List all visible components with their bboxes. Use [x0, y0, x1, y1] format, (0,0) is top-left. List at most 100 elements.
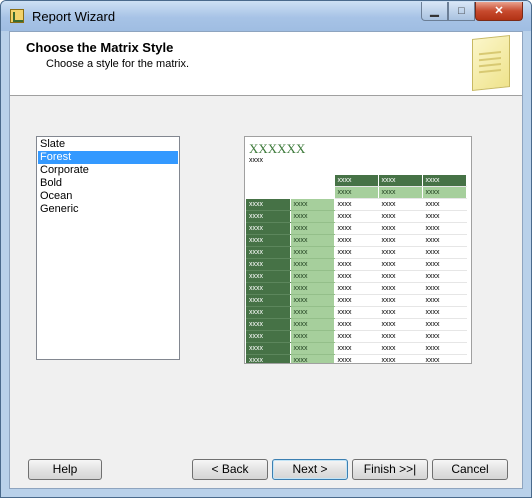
maximize-button[interactable]: □: [448, 2, 475, 21]
preview-cell: xxxx: [290, 342, 335, 355]
preview-cell: xxxx: [378, 342, 423, 355]
preview-cell: xxxx: [422, 175, 467, 187]
preview-cell: xxxx: [422, 270, 467, 283]
style-list-item[interactable]: Slate: [38, 138, 178, 151]
preview-row: xxxx xxxx xxxx xxxx xxxx: [246, 258, 467, 271]
preview-cell: xxxx: [334, 342, 379, 355]
preview-row: xxxx xxxx xxxx xxxx xxxx: [246, 342, 467, 355]
cancel-button-label: Cancel: [451, 462, 489, 476]
preview-row: xxxx xxxx xxxx xxxx xxxx: [246, 210, 467, 223]
preview-cell: xxxx: [422, 222, 467, 235]
preview-cell: xxxx: [290, 246, 335, 259]
back-button-label: < Back: [211, 462, 249, 476]
preview-cell: xxxx: [334, 210, 379, 223]
preview-cell: xxxx: [334, 246, 379, 259]
preview-cell: xxxx: [334, 282, 379, 295]
style-list[interactable]: Slate Forest Corporate Bold Ocean Generic: [36, 136, 180, 360]
preview-row: xxxx xxxx xxxx: [246, 186, 467, 199]
preview-cell: xxxx: [378, 294, 423, 307]
preview-cell: xxxx: [422, 186, 467, 199]
preview-cell: xxxx: [246, 270, 291, 283]
report-wizard-icon: [10, 9, 24, 23]
preview-cell: [290, 186, 335, 199]
preview-cell: xxxx: [334, 198, 379, 211]
style-list-item[interactable]: Generic: [38, 203, 178, 216]
preview-cell: xxxx: [378, 306, 423, 319]
window-title: Report Wizard: [32, 9, 116, 24]
title-bar[interactable]: Report Wizard ▁ □ ✕: [1, 1, 531, 31]
minimize-icon: ▁: [430, 5, 439, 17]
preview-cell: xxxx: [334, 258, 379, 271]
preview-cell: xxxx: [378, 258, 423, 271]
preview-cell: xxxx: [378, 175, 423, 187]
preview-row: xxxx xxxx xxxx xxxx xxxx: [246, 282, 467, 295]
preview-row: xxxx xxxx xxxx xxxx xxxx: [246, 234, 467, 247]
wizard-body: Choose the Matrix Style Choose a style f…: [9, 31, 523, 489]
cancel-button[interactable]: Cancel: [432, 459, 508, 480]
preview-cell: xxxx: [378, 354, 423, 363]
close-icon: ✕: [494, 5, 504, 17]
preview-cell: xxxx: [246, 198, 291, 211]
preview-cell: xxxx: [290, 282, 335, 295]
preview-cell: xxxx: [378, 222, 423, 235]
preview-cell: xxxx: [246, 246, 291, 259]
minimize-button[interactable]: ▁: [421, 2, 448, 21]
style-list-item[interactable]: Forest: [38, 151, 178, 164]
preview-cell: xxxx: [246, 258, 291, 271]
wizard-header: Choose the Matrix Style Choose a style f…: [10, 32, 522, 96]
preview-cell: xxxx: [290, 318, 335, 331]
preview-row: xxxx xxxx xxxx xxxx xxxx: [246, 270, 467, 283]
preview-cell: xxxx: [422, 234, 467, 247]
preview-row: xxxx xxxx xxxx xxxx xxxx: [246, 306, 467, 319]
next-button[interactable]: Next >: [272, 459, 348, 480]
preview-cell: xxxx: [290, 198, 335, 211]
preview-cell: xxxx: [422, 354, 467, 363]
preview-cell: xxxx: [246, 318, 291, 331]
preview-cell: xxxx: [290, 306, 335, 319]
preview-cell: xxxx: [246, 282, 291, 295]
preview-row: xxxx xxxx xxxx xxxx xxxx: [246, 246, 467, 259]
preview-cell: xxxx: [422, 258, 467, 271]
preview-row: xxxx xxxx xxxx xxxx xxxx: [246, 330, 467, 343]
preview-cell: xxxx: [246, 210, 291, 223]
preview-cell: xxxx: [378, 198, 423, 211]
preview-cell: xxxx: [378, 246, 423, 259]
preview-cell: [246, 175, 291, 187]
preview-cell: xxxx: [290, 234, 335, 247]
preview-cell: xxxx: [334, 354, 379, 363]
preview-cell: xxxx: [290, 210, 335, 223]
style-list-item[interactable]: Bold: [38, 177, 178, 190]
preview-cell: xxxx: [334, 318, 379, 331]
preview-cell: xxxx: [334, 234, 379, 247]
preview-cell: xxxx: [290, 270, 335, 283]
preview-cell: xxxx: [246, 306, 291, 319]
style-list-item[interactable]: Ocean: [38, 190, 178, 203]
preview-cell: xxxx: [422, 342, 467, 355]
report-wizard-window: Report Wizard ▁ □ ✕ Choose the Matrix St…: [0, 0, 532, 498]
preview-row: xxxx xxxx xxxx xxxx xxxx: [246, 294, 467, 307]
preview-cell: xxxx: [246, 330, 291, 343]
preview-cell: xxxx: [378, 186, 423, 199]
preview-cell: xxxx: [290, 294, 335, 307]
preview-cell: xxxx: [246, 354, 291, 363]
back-button[interactable]: < Back: [192, 459, 268, 480]
preview-cell: xxxx: [422, 306, 467, 319]
preview-cell: xxxx: [378, 270, 423, 283]
preview-cell: [290, 175, 335, 187]
preview-cell: xxxx: [334, 186, 379, 199]
preview-row: xxxx xxxx xxxx: [246, 175, 467, 187]
preview-cell: xxxx: [290, 354, 335, 363]
preview-cell: xxxx: [334, 294, 379, 307]
preview-cell: xxxx: [334, 330, 379, 343]
style-list-item[interactable]: Corporate: [38, 164, 178, 177]
page-title: Choose the Matrix Style: [26, 40, 174, 55]
finish-button[interactable]: Finish >>|: [352, 459, 428, 480]
page-subtitle: Choose a style for the matrix.: [46, 58, 190, 70]
preview-cell: xxxx: [290, 222, 335, 235]
help-button[interactable]: Help: [28, 459, 102, 480]
preview-cell: xxxx: [290, 258, 335, 271]
preview-cell: xxxx: [378, 330, 423, 343]
close-button[interactable]: ✕: [475, 2, 523, 21]
matrix-style-preview: XXXXXX xxxx xxxx xxxx xxxx xxxx xxxx xxxx xxxx…: [244, 136, 472, 364]
help-button-label: Help: [52, 462, 78, 476]
